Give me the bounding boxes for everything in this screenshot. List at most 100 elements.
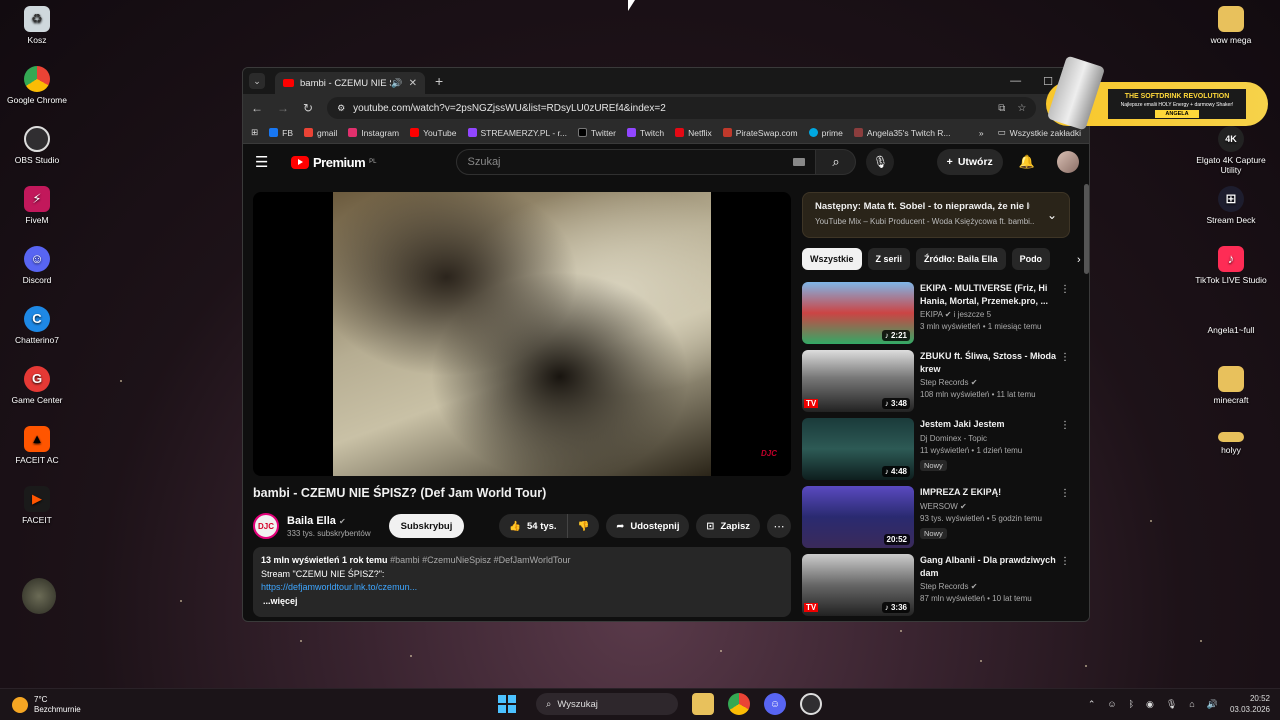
video-thumbnail[interactable]: ♪ 4:48	[802, 418, 914, 480]
video-thumbnail[interactable]: 20:52	[802, 486, 914, 548]
more-options-icon[interactable]: ⋮	[1060, 556, 1070, 567]
desktop-icon-faceit[interactable]: ▶ FACEIT	[0, 486, 74, 526]
all-bookmarks-folder[interactable]: ▭ Wszystkie zakładki	[998, 127, 1081, 138]
search-button[interactable]: ⌕	[816, 149, 857, 175]
bookmark-instagram[interactable]: Instagram	[348, 128, 399, 138]
desktop-icon-angela-full[interactable]: Angela1~full	[1194, 325, 1268, 336]
chevron-up-icon[interactable]: ⌃	[1088, 699, 1096, 710]
rec-title[interactable]: EKIPA - MULTIVERSE (Friz, Hi Hania, Mort…	[920, 282, 1060, 307]
chevron-down-icon[interactable]: ⌄	[1047, 208, 1057, 222]
file-explorer-icon[interactable]	[692, 693, 714, 715]
bookmark-twitter[interactable]: Twitter	[577, 128, 616, 138]
like-button[interactable]: 👍 54 tys.	[499, 514, 568, 538]
rec-title[interactable]: IMPREZA Z EKIPĄ!	[920, 486, 1060, 499]
volume-icon[interactable]: 🔊	[1207, 699, 1218, 710]
create-button[interactable]: + Utwórz	[936, 149, 1003, 175]
bookmark-twitch[interactable]: Twitch	[626, 128, 664, 138]
more-bookmarks-icon[interactable]: »	[979, 128, 984, 138]
weather-widget[interactable]: 7°C Bezchmurnie	[12, 695, 81, 715]
desktop-icon-elgato[interactable]: 4K Elgato 4K Capture Utility	[1194, 126, 1268, 176]
desktop-icon-holyy[interactable]: holyy	[1194, 432, 1268, 456]
close-tab-icon[interactable]: ✕	[409, 78, 417, 89]
bookmark-youtube[interactable]: YouTube	[410, 128, 457, 138]
video-thumbnail[interactable]: TV ♪ 3:36	[802, 554, 914, 616]
description-link[interactable]: https://defjamworldtour.lnk.to/czemun...	[261, 581, 783, 595]
elgato-tray-icon[interactable]: ◉	[1146, 699, 1154, 710]
bookmark-streamerzy[interactable]: STREAMERZY.PL - r...	[467, 128, 567, 138]
save-button[interactable]: ⊡ Zapisz	[696, 514, 760, 538]
reload-icon[interactable]: ↻	[303, 101, 313, 115]
desktop-icon-cat[interactable]	[2, 578, 76, 618]
rec-title[interactable]: ZBUKU ft. Śliwa, Sztoss - Młoda krew	[920, 350, 1060, 375]
url-text[interactable]: youtube.com/watch?v=2psNGZjssWU&list=RDs…	[353, 103, 666, 114]
notifications-bell-icon[interactable]: 🔔	[1019, 154, 1035, 170]
video-player[interactable]: DJC	[253, 192, 791, 476]
bookmark-pirateswap[interactable]: PirateSwap.com	[722, 128, 798, 138]
desktop-icon-fivem[interactable]: ⚡ FiveM	[0, 186, 74, 226]
list-item[interactable]: TV ♪ 3:48 ZBUKU ft. Śliwa, Sztoss - Młod…	[802, 350, 1078, 418]
chrome-taskbar-icon[interactable]	[728, 693, 750, 715]
rec-title[interactable]: Jestem Jaki Jestem	[920, 418, 1060, 431]
more-actions-icon[interactable]: ⋯	[767, 514, 791, 538]
rec-channel[interactable]: EKIPA	[920, 310, 943, 319]
hashtags[interactable]: #bambi #CzemuNieSpisz #DefJamWorldTour	[390, 555, 570, 565]
microphone-tray-icon[interactable]: 🎙	[1166, 699, 1177, 710]
network-icon[interactable]: ⌂	[1189, 699, 1194, 709]
voice-search-button[interactable]: 🎙	[866, 148, 895, 176]
desktop-icon-minecraft[interactable]: minecraft	[1194, 366, 1268, 406]
more-options-icon[interactable]: ⋮	[1060, 284, 1070, 295]
channel-avatar[interactable]: DJC	[253, 513, 279, 539]
desktop-icon-stream-deck[interactable]: ⊞ Stream Deck	[1194, 186, 1268, 226]
desktop-icon-wow-mega[interactable]: wow mega	[1194, 6, 1268, 46]
dislike-button[interactable]: 👎	[567, 514, 600, 538]
more-options-icon[interactable]: ⋮	[1060, 352, 1070, 363]
show-more-button[interactable]: ...więcej	[263, 595, 783, 609]
discord-taskbar-icon[interactable]: ☺	[764, 693, 786, 715]
desktop-icon-faceit-ac[interactable]: ▲ FACEIT AC	[0, 426, 74, 466]
back-icon[interactable]: ←	[251, 101, 263, 115]
bluetooth-icon[interactable]: ᛒ	[1129, 699, 1134, 709]
video-thumbnail[interactable]: TV ♪ 3:48	[802, 350, 914, 412]
more-options-icon[interactable]: ⋮	[1060, 488, 1070, 499]
speaker-icon[interactable]: 🔊	[391, 78, 402, 89]
subscribe-button[interactable]: Subskrybuj	[388, 514, 465, 538]
rec-channel[interactable]: Step Records	[920, 378, 968, 387]
desktop-icon-recycle-bin[interactable]: ♻ Kosz	[0, 6, 74, 46]
desktop-icon-chatterino[interactable]: C Chatterino7	[0, 306, 74, 346]
bookmark-gmail[interactable]: gmail	[304, 128, 337, 138]
menu-icon[interactable]: ☰	[255, 153, 279, 171]
list-item[interactable]: ♪ 2:21 EKIPA - MULTIVERSE (Friz, Hi Hani…	[802, 282, 1078, 350]
tab-search-button[interactable]: ⌄	[249, 73, 265, 89]
clock[interactable]: 20:52 03.03.2026	[1230, 693, 1270, 715]
chip-series[interactable]: Z serii	[867, 248, 911, 270]
desktop-icon-discord[interactable]: ☺ Discord	[0, 246, 74, 286]
new-tab-button[interactable]: +	[435, 73, 443, 89]
next-up-panel[interactable]: Następny: Mata ft. Sobel - to nieprawda,…	[802, 192, 1070, 238]
list-item[interactable]: ♪ 4:48 Jestem Jaki Jestem Dj Dominex - T…	[802, 418, 1078, 486]
bookmark-angela-twitch[interactable]: Angela35's Twitch R...	[853, 128, 951, 138]
list-item[interactable]: TV ♪ 3:36 Gang Albanii - Dla prawdziwych…	[802, 554, 1078, 621]
share-button[interactable]: ➦ Udostępnij	[606, 514, 690, 538]
omnibox[interactable]: ⚙ youtube.com/watch?v=2psNGZjssWU&list=R…	[327, 97, 1037, 119]
video-thumbnail[interactable]: ♪ 2:21	[802, 282, 914, 344]
discord-tray-icon[interactable]: ☺	[1107, 699, 1116, 709]
bookmark-prime[interactable]: prime	[808, 128, 843, 138]
forward-icon[interactable]: →	[277, 101, 289, 115]
channel-name[interactable]: Baila Ella	[287, 515, 336, 527]
chevron-right-icon[interactable]: ›	[1077, 254, 1081, 266]
list-item[interactable]: 20:52 IMPREZA Z EKIPĄ! WERSOW ✔ 93 tys. …	[802, 486, 1078, 554]
site-info-icon[interactable]: ⚙	[337, 103, 345, 114]
desktop-icon-obs[interactable]: OBS Studio	[0, 126, 74, 166]
desktop-icon-chrome[interactable]: Google Chrome	[0, 66, 74, 106]
start-button[interactable]	[498, 695, 516, 713]
keyboard-icon[interactable]	[793, 158, 806, 166]
tab-active[interactable]: bambi - CZEMU NIE ŚPISZ 🔊 ✕	[275, 72, 425, 94]
desktop-icon-game-center[interactable]: G Game Center	[0, 366, 74, 406]
chip-all[interactable]: Wszystkie	[802, 248, 862, 270]
bookmark-star-icon[interactable]: ☆	[1017, 103, 1026, 114]
description-box[interactable]: 13 mln wyświetleń 1 rok temu #bambi #Cze…	[253, 547, 791, 617]
youtube-logo[interactable]: Premium PL	[291, 155, 376, 170]
rec-title[interactable]: Gang Albanii - Dla prawdziwych dam	[920, 554, 1060, 579]
search-input[interactable]: Szukaj	[456, 149, 817, 175]
chip-source[interactable]: Źródło: Baila Ella	[916, 248, 1006, 270]
